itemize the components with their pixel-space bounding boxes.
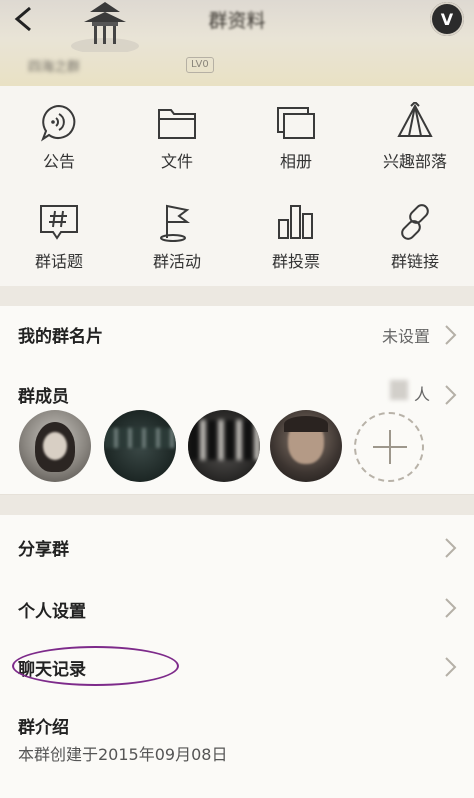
members-count-suffix: 人 — [413, 385, 430, 404]
personal-settings-label: 个人设置 — [18, 602, 86, 622]
announcement-icon — [40, 104, 76, 142]
header-bar: 群资料 V 四海之群 LV0 — [0, 0, 474, 86]
chevron-right-icon — [445, 598, 457, 618]
my-card-label: 我的群名片 — [18, 327, 103, 347]
grid-item-vote[interactable]: 群投票 — [237, 186, 355, 286]
chevron-right-icon — [445, 538, 457, 558]
avatar[interactable] — [270, 410, 342, 482]
grid-item-announcement[interactable]: 公告 — [0, 86, 118, 186]
my-card-row[interactable]: 我的群名片 未设置 — [0, 306, 474, 365]
grid-item-files[interactable]: 文件 — [118, 86, 236, 186]
group-name: 四海之群 — [28, 60, 81, 75]
highlight-ellipse — [12, 646, 179, 686]
avatar[interactable] — [188, 410, 260, 482]
grid-item-tribe[interactable]: 兴趣部落 — [356, 86, 474, 186]
album-icon — [277, 107, 315, 139]
avatar[interactable] — [104, 410, 176, 482]
grid-item-activity[interactable]: 群活动 — [118, 186, 236, 286]
page-title: 群资料 — [208, 10, 266, 32]
share-group-row[interactable]: 分享群 — [0, 515, 474, 578]
member-count — [390, 380, 408, 400]
divider — [0, 286, 474, 306]
grid-label: 群话题 — [34, 252, 83, 271]
link-icon — [401, 204, 429, 240]
grid-label: 群活动 — [152, 252, 201, 271]
grid-label: 公告 — [42, 152, 75, 171]
share-group-label: 分享群 — [18, 540, 69, 560]
folder-icon — [158, 109, 196, 139]
tent-icon — [397, 102, 433, 137]
grid-label: 相册 — [279, 152, 312, 171]
group-intro-label: 群介绍 — [18, 718, 69, 738]
chevron-right-icon — [445, 385, 457, 405]
bar-chart-icon — [278, 205, 313, 239]
flag-icon — [160, 204, 190, 242]
hashtag-icon — [40, 205, 78, 240]
grid-label: 文件 — [160, 152, 193, 171]
grid-label: 兴趣部落 — [382, 152, 447, 171]
personal-settings-row[interactable]: 个人设置 — [0, 577, 474, 638]
level-badge: LV0 — [186, 57, 214, 73]
feature-grid: 公告 文件 相册 兴趣部落 群话题 群活动 群投票 群链接 — [0, 86, 474, 286]
vip-badge[interactable]: V — [430, 2, 464, 36]
add-member-button[interactable] — [354, 412, 424, 482]
grid-label: 群链接 — [390, 252, 439, 271]
grid-item-topics[interactable]: 群话题 — [0, 186, 118, 286]
members-label: 群成员 — [18, 387, 69, 407]
avatar[interactable] — [19, 410, 91, 482]
grid-label: 群投票 — [271, 252, 320, 271]
grid-item-link[interactable]: 群链接 — [356, 186, 474, 286]
chevron-right-icon — [445, 657, 457, 677]
group-intro-text: 本群创建于2015年09月08日 — [18, 745, 228, 764]
my-card-value: 未设置 — [381, 327, 430, 346]
divider — [0, 495, 474, 515]
grid-item-album[interactable]: 相册 — [237, 86, 355, 186]
chevron-right-icon — [445, 325, 457, 345]
